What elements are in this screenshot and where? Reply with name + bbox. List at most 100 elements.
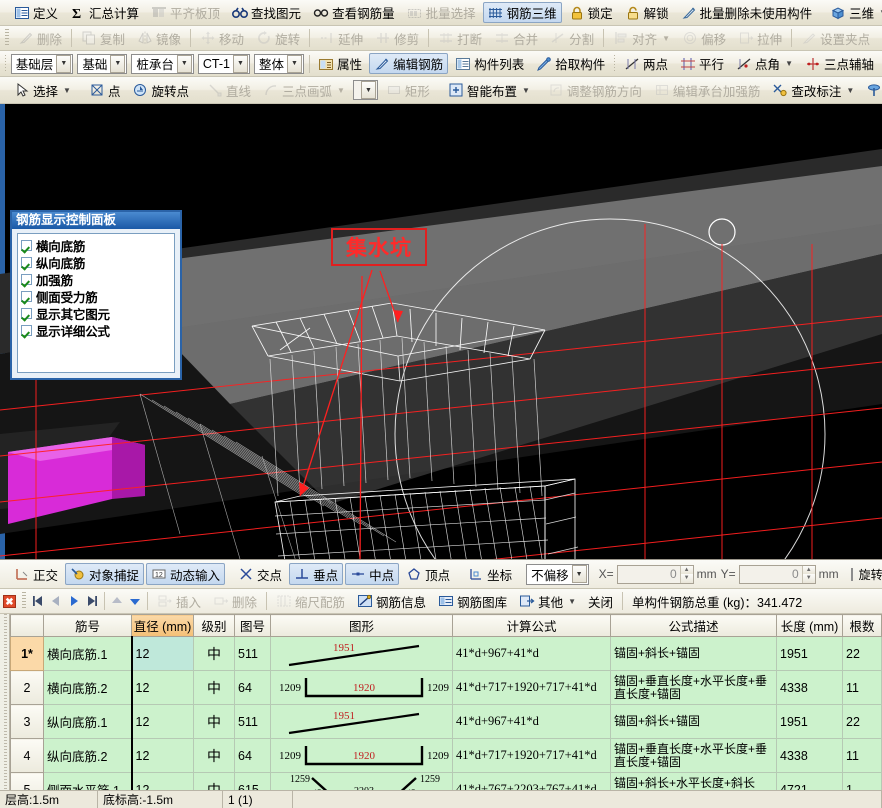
cell-shape[interactable]: 1951	[271, 705, 453, 739]
chevron-down-icon[interactable]: ▼	[846, 86, 854, 95]
toolbar-button-smart-layout[interactable]: 智能布置 ▼	[443, 80, 535, 101]
toolbar-button-trim[interactable]: 修剪	[370, 28, 424, 49]
cell-count[interactable]: 22	[843, 637, 882, 671]
toolbar-button-stretch[interactable]: 拉伸	[733, 28, 787, 49]
cell-bar-no[interactable]: 纵向底筋.1	[44, 705, 132, 739]
chevron-down-icon[interactable]: ▼	[177, 55, 192, 73]
cell-description[interactable]: 锚固+垂直长度+水平长度+垂直长度+锚固	[611, 739, 777, 773]
x-coordinate-input[interactable]	[618, 566, 680, 583]
rebar-display-control-panel[interactable]: 钢筋显示控制面板 横向底筋 纵向底筋 加强筋 侧面受力筋	[10, 210, 182, 380]
cell-diameter[interactable]: 12	[132, 705, 194, 739]
toolbar-button-3d-view[interactable]: 三维 ▼	[825, 2, 882, 23]
cell-shape[interactable]: 1209 1920 1209	[271, 671, 453, 705]
cell-count[interactable]: 11	[843, 739, 882, 773]
nav-up-button[interactable]	[108, 592, 126, 610]
rebar-table[interactable]: 筋号 直径 (mm) 级别 图号 图形 计算公式 公式描述 长度 (mm) 根数…	[10, 614, 882, 790]
cell-diameter[interactable]: 12	[132, 739, 194, 773]
cell-count[interactable]: 1	[843, 773, 882, 791]
nav-prev-button[interactable]	[47, 592, 65, 610]
cell-formula[interactable]: 41*d+717+1920+717+41*d	[453, 671, 611, 705]
cell-drawing-no[interactable]: 511	[235, 705, 271, 739]
toolbar-gripper[interactable]	[22, 592, 26, 610]
toolbar-button-edit-rebar[interactable]: 编辑钢筋	[369, 53, 448, 74]
checkbox-show-detailed-formula[interactable]	[21, 325, 32, 336]
rebar-button-insert[interactable]: 插入	[152, 591, 206, 612]
control-panel-item-strengthening[interactable]: 加强筋	[21, 271, 172, 288]
table-header-count[interactable]: 根数	[843, 615, 882, 637]
nav-down-button[interactable]	[126, 592, 144, 610]
cell-level[interactable]: 中	[194, 671, 235, 705]
toolbar-button-offset[interactable]: 偏移	[677, 28, 731, 49]
rotate-enable-checkbox[interactable]	[851, 568, 853, 581]
stepper-arrows[interactable]: ▲▼	[802, 566, 815, 583]
cell-bar-no[interactable]: 横向底筋.1	[44, 637, 132, 671]
toolbar-button-extend[interactable]: 延伸	[314, 28, 368, 49]
toolbar-button-lock[interactable]: 锁定	[564, 2, 618, 23]
chevron-down-icon[interactable]: ▼	[361, 81, 376, 99]
toolbar-button-three-point-aux[interactable]: 三点辅轴	[800, 53, 879, 74]
toolbar-button-pick-component[interactable]: 拾取构件	[531, 53, 610, 74]
rebar-button-close[interactable]: 关闭	[583, 591, 618, 612]
table-header-shape[interactable]: 图形	[271, 615, 453, 637]
toolbar-button-apply-to[interactable]: 应用到	[861, 80, 882, 101]
cell-length[interactable]: 4338	[777, 739, 843, 773]
toolbar-button-move[interactable]: 移动	[195, 28, 249, 49]
nav-last-button[interactable]	[83, 592, 101, 610]
snap-button-intersection[interactable]: 交点	[233, 563, 287, 585]
table-row[interactable]: 2 横向底筋.2 12 中 64 1209 1920 1209 41*d+717…	[11, 671, 882, 705]
cell-shape[interactable]: 1259 45 2203 45 1259	[271, 773, 453, 791]
toolbar-gripper[interactable]	[5, 55, 6, 73]
toolbar-button-view-rebar-qty[interactable]: 查看钢筋量	[308, 2, 400, 23]
toolbar-button-batch-delete-unused[interactable]: 批量删除未使用构件	[676, 2, 818, 23]
control-panel-item-transverse-bottom[interactable]: 横向底筋	[21, 237, 172, 254]
table-header-diameter[interactable]: 直径 (mm)	[132, 615, 194, 637]
toolbar-button-component-list[interactable]: 构件列表	[450, 53, 529, 74]
table-row[interactable]: 4 纵向底筋.2 12 中 64 1209 1920 1209 41*d+717…	[11, 739, 882, 773]
cell-description[interactable]: 锚固+斜长+水平长度+斜长+锚固	[611, 773, 777, 791]
combo-component-type[interactable]: 桩承台 ▼	[131, 54, 194, 74]
cell-bar-no[interactable]: 侧面水平筋.1	[44, 773, 132, 791]
toolbar-button-three-point-arc[interactable]: 三点画弧 ▼	[258, 80, 350, 101]
stepper-arrows[interactable]: ▲▼	[680, 566, 693, 583]
control-panel-item-longitudinal-bottom[interactable]: 纵向底筋	[21, 254, 172, 271]
toolbar-button-batch-select[interactable]: 批量选择	[402, 2, 481, 23]
table-row[interactable]: 5 侧面水平筋.1 12 中 615 1259 45 2203 45 1259	[11, 773, 882, 791]
cell-shape[interactable]: 1951	[271, 637, 453, 671]
cell-shape[interactable]: 1209 1920 1209	[271, 739, 453, 773]
cell-length[interactable]: 1951	[777, 637, 843, 671]
cell-level[interactable]: 中	[194, 637, 235, 671]
rebar-table-container[interactable]: 筋号 直径 (mm) 级别 图号 图形 计算公式 公式描述 长度 (mm) 根数…	[0, 614, 882, 790]
y-coordinate-input[interactable]	[740, 566, 802, 583]
toolbar-button-summary-calc[interactable]: Σ 汇总计算	[65, 2, 144, 23]
cell-length[interactable]: 4721	[777, 773, 843, 791]
table-header-bar-no[interactable]: 筋号	[44, 615, 132, 637]
toolbar-button-copy[interactable]: 复制	[76, 28, 130, 49]
toolbar-button-point-angle[interactable]: 点角 ▼	[731, 53, 798, 74]
chevron-down-icon[interactable]: ▼	[662, 34, 670, 43]
toolbar-gripper[interactable]	[614, 55, 615, 73]
toolbar-button-check-annotation[interactable]: 查改标注 ▼	[767, 80, 859, 101]
rebar-button-delete-row[interactable]: 删除	[208, 591, 262, 612]
table-header-index[interactable]	[11, 615, 44, 637]
toolbar-button-unlock[interactable]: 解锁	[620, 2, 674, 23]
toolbar-button-rotate-point[interactable]: 旋转点	[127, 80, 194, 101]
table-header-drawing-no[interactable]: 图号	[235, 615, 271, 637]
combo-draw-mode[interactable]: ▼	[353, 80, 378, 100]
toolbar-button-rotate[interactable]: 旋转	[251, 28, 305, 49]
snap-button-vertex[interactable]: 顶点	[401, 563, 455, 585]
cell-count[interactable]: 22	[843, 705, 882, 739]
cell-drawing-no[interactable]: 615	[235, 773, 271, 791]
cell-description[interactable]: 锚固+斜长+锚固	[611, 637, 777, 671]
table-header-level[interactable]: 级别	[194, 615, 235, 637]
table-left-gripper[interactable]	[0, 614, 10, 790]
toolbar-button-parallel[interactable]: 平行	[675, 53, 729, 74]
rebar-button-rebar-library[interactable]: 钢筋图库	[433, 591, 512, 612]
combo-component-name[interactable]: CT-1 ▼	[198, 54, 250, 74]
toolbar-button-two-point[interactable]: 两点	[619, 53, 673, 74]
checkbox-longitudinal-bottom[interactable]	[21, 257, 32, 268]
chevron-down-icon[interactable]: ▼	[63, 86, 71, 95]
cell-length[interactable]: 1951	[777, 705, 843, 739]
chevron-down-icon[interactable]: ▼	[785, 59, 793, 68]
table-header-description[interactable]: 公式描述	[611, 615, 777, 637]
cell-count[interactable]: 11	[843, 671, 882, 705]
